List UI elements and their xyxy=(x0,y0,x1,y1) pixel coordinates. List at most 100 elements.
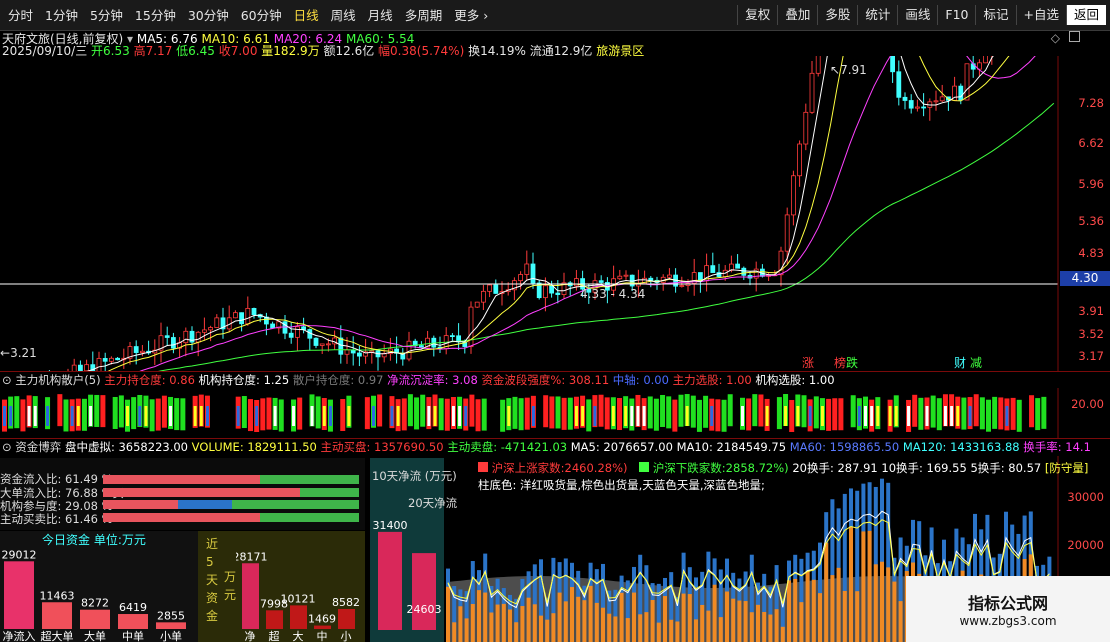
peak-arrow-icon: ↖ xyxy=(830,63,841,77)
candle-body xyxy=(313,337,319,346)
fund-volume-inner-bar xyxy=(861,531,866,642)
panel3-item: 盘中虚拟: 3658223.00 xyxy=(64,440,188,454)
five-day-bar xyxy=(266,610,283,629)
fund-volume-inner-bar xyxy=(818,593,822,642)
today-bar-label: 小单 xyxy=(160,630,182,642)
fund-volume-inner-bar xyxy=(892,581,897,642)
fund-volume-inner-bar xyxy=(743,601,748,642)
panel2-bar xyxy=(248,399,253,432)
panel2-inner-bar xyxy=(956,406,960,426)
candle-body xyxy=(480,290,486,303)
tab-multi-period[interactable]: 多周期 xyxy=(399,7,449,25)
fund-volume-inner-bar xyxy=(638,614,643,642)
panel2-bar xyxy=(586,399,592,432)
fund-volume-inner-bar xyxy=(718,617,723,642)
tab-more[interactable]: 更多 › xyxy=(448,7,494,25)
candle-body xyxy=(524,263,530,275)
panel2-bar xyxy=(100,395,106,428)
five-day-bar-label: 超 xyxy=(269,629,280,642)
overlay-button[interactable]: 叠加 xyxy=(777,5,817,25)
panel2-inner-bar xyxy=(451,406,455,426)
panel2-bar xyxy=(149,399,155,432)
panel2-inner-bar xyxy=(857,406,861,426)
ma60-line xyxy=(153,102,1055,372)
panel2-bar xyxy=(666,396,672,429)
panel2-bar xyxy=(647,396,653,429)
panel2-bar xyxy=(832,398,838,431)
panel2-inner-bar xyxy=(796,406,800,426)
tab-monthly[interactable]: 月线 xyxy=(362,7,399,25)
statistics-button[interactable]: 统计 xyxy=(857,5,897,25)
tab-5min[interactable]: 5分钟 xyxy=(84,7,129,25)
five-day-title-char: 资 xyxy=(206,591,219,605)
tab-daily[interactable]: 日线 xyxy=(288,7,325,25)
add-watchlist-button[interactable]: +自选 xyxy=(1015,5,1066,25)
panel2-bar xyxy=(1010,397,1016,430)
panel2-inner-bar xyxy=(3,406,6,426)
tab-fenshi[interactable]: 分时 xyxy=(2,7,39,25)
panel2-inner-bar xyxy=(9,406,13,426)
fund-volume-inner-bar xyxy=(712,584,717,642)
panel2-inner-bar xyxy=(642,406,646,426)
candle-body xyxy=(270,323,276,329)
fund-volume-inner-bar xyxy=(477,590,481,642)
fund-y-tick: 30000 xyxy=(1067,490,1104,504)
candle-body xyxy=(232,312,238,319)
panel2-bar xyxy=(826,398,832,431)
panel2-name[interactable]: 主力机构散户(5) xyxy=(15,373,100,387)
candle-body xyxy=(183,330,189,344)
panel2-collapse-icon[interactable]: ⊙ xyxy=(2,373,12,387)
tab-60min[interactable]: 60分钟 xyxy=(235,7,288,25)
tab-weekly[interactable]: 周线 xyxy=(325,7,362,25)
panel3-name[interactable]: 资金博弈 xyxy=(15,440,61,454)
candle-body xyxy=(208,327,214,331)
signal-die[interactable]: 跌 xyxy=(846,356,858,371)
mark-button[interactable]: 标记 xyxy=(975,5,1015,25)
panel2-inner-bar xyxy=(894,406,898,426)
fund-volume-inner-bar xyxy=(700,604,705,642)
panel2-chart[interactable] xyxy=(0,388,1110,438)
candle-body xyxy=(418,345,424,348)
panel2-inner-bar xyxy=(169,406,173,426)
signal-jian[interactable]: 减 xyxy=(970,356,982,371)
maximize-icon[interactable] xyxy=(1069,31,1080,42)
five-day-title-char: 金 xyxy=(206,609,219,623)
panel2-bar xyxy=(850,395,856,428)
panel2-inner-bar xyxy=(864,406,867,426)
signal-bang[interactable]: 榜 xyxy=(834,356,846,371)
price-chart[interactable] xyxy=(0,56,1110,372)
fund-volume-inner-bar xyxy=(495,604,500,642)
net-flow-20-bar xyxy=(412,553,436,630)
panel2-bar xyxy=(260,398,266,431)
y-tick: 3.17 xyxy=(1078,349,1104,363)
five-day-bar-label: 净 xyxy=(245,629,256,642)
tab-15min[interactable]: 15分钟 xyxy=(129,7,182,25)
candle-body xyxy=(195,331,201,343)
panel3-collapse-icon[interactable]: ⊙ xyxy=(2,440,12,454)
panel2-bar xyxy=(998,397,1004,430)
back-button[interactable]: 返回 xyxy=(1065,5,1106,25)
five-day-title-char: 天 xyxy=(206,573,219,587)
panel2-inner-bar xyxy=(144,406,148,426)
multi-stock-button[interactable]: 多股 xyxy=(817,5,857,25)
fund-volume-inner-bar xyxy=(706,610,711,642)
panel2-bar xyxy=(653,398,659,431)
tab-30min[interactable]: 30分钟 xyxy=(182,7,235,25)
panel2-inner-bar xyxy=(390,406,394,426)
panel2-inner-bar xyxy=(925,406,929,426)
panel2-inner-bar xyxy=(820,406,824,426)
panel3-item: MA10: 2184549.75 xyxy=(676,440,787,454)
candle-body xyxy=(369,350,375,353)
panel2-bar xyxy=(444,398,450,431)
hs5-label: 5换手: 80.57 xyxy=(970,461,1042,475)
fuquan-button[interactable]: 复权 xyxy=(737,5,777,25)
panel3-item: 主动卖盘: -471421.03 xyxy=(447,440,568,454)
signal-zhang[interactable]: 涨 xyxy=(802,356,814,371)
diamond-icon[interactable]: ◇ xyxy=(1051,31,1060,45)
candle-body xyxy=(623,274,629,277)
f10-button[interactable]: F10 xyxy=(937,5,975,25)
panel2-inner-bar xyxy=(322,406,326,426)
tab-1min[interactable]: 1分钟 xyxy=(39,7,84,25)
draw-line-button[interactable]: 画线 xyxy=(897,5,937,25)
signal-cai[interactable]: 财 xyxy=(954,356,966,371)
